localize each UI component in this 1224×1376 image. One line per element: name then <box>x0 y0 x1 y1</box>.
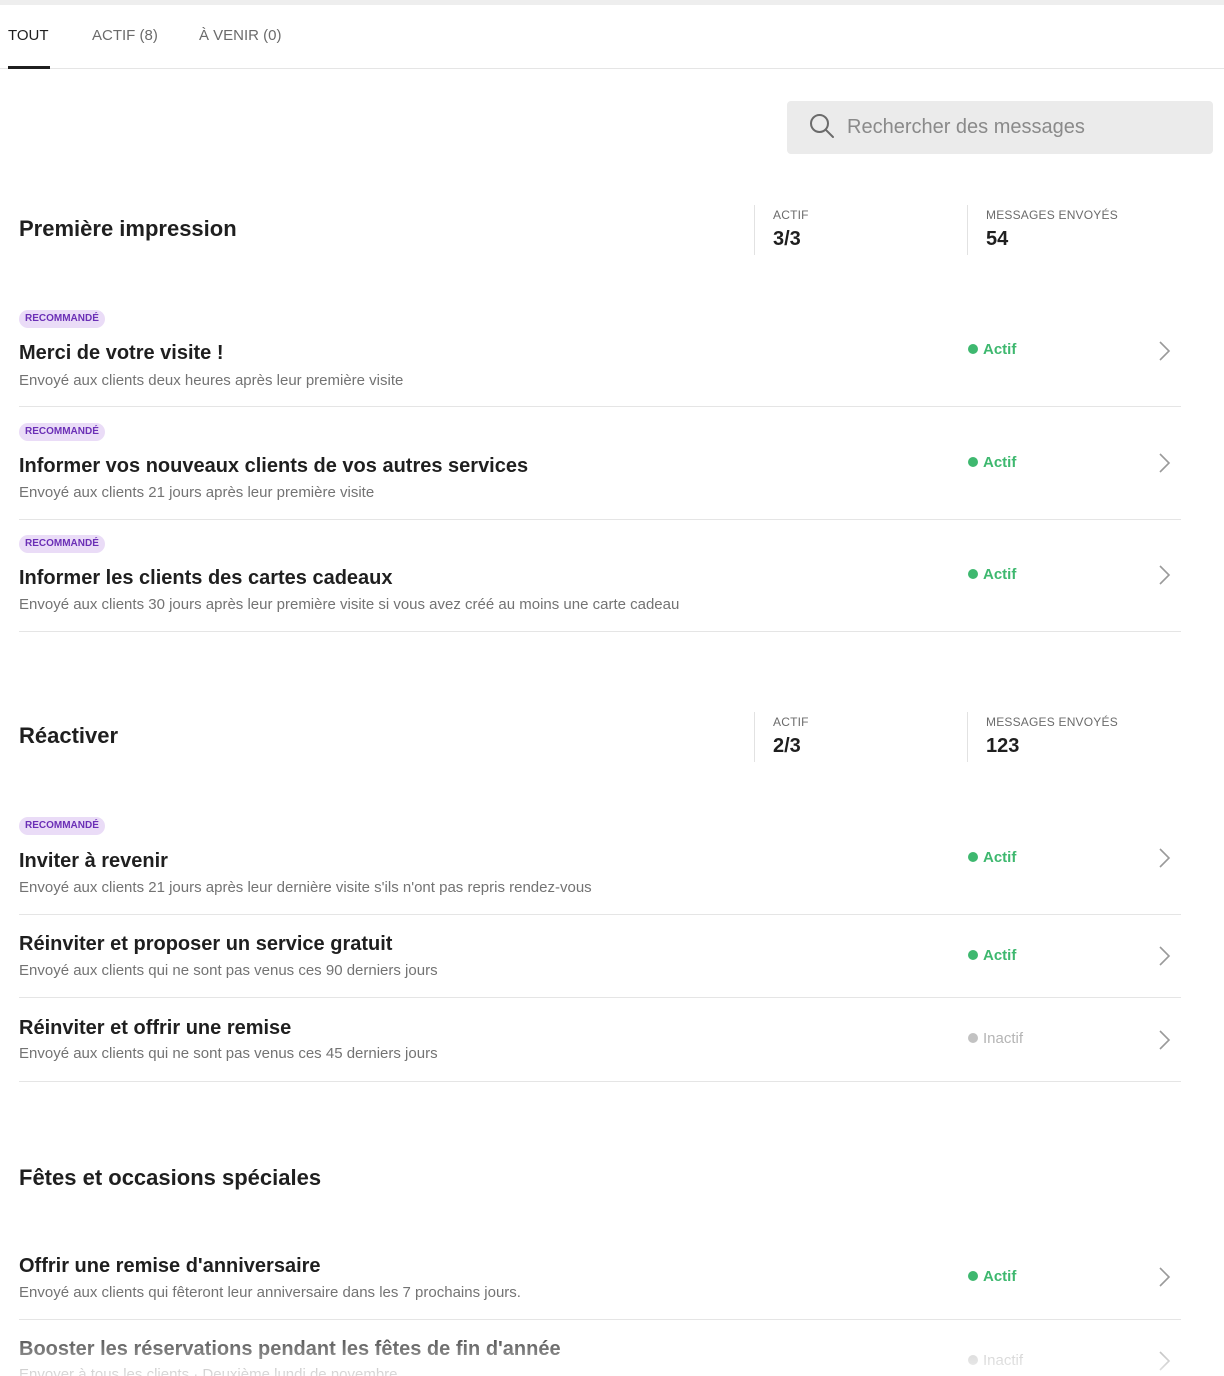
status-label: Actif <box>983 454 1017 471</box>
status-badge: Actif <box>968 566 1016 583</box>
message-title: Offrir une remise d'anniversaire <box>19 1255 321 1277</box>
message-description: Envoyé aux clients qui fêteront leur ann… <box>19 1284 521 1301</box>
recommended-badge: RECOMMANDÉ <box>19 817 105 835</box>
status-badge: Actif <box>968 1268 1016 1285</box>
status-badge: Inactif <box>968 1352 1023 1369</box>
status-label: Actif <box>983 947 1017 964</box>
message-description: Envoyer à tous les clients · Deuxième lu… <box>19 1366 398 1376</box>
chevron-right-icon[interactable] <box>1157 564 1171 586</box>
recommended-badge: RECOMMANDÉ <box>19 535 105 553</box>
message-title: Merci de votre visite ! <box>19 342 224 364</box>
chevron-right-icon[interactable] <box>1157 452 1171 474</box>
status-dot-icon <box>968 1271 978 1281</box>
message-row[interactable]: Offrir une remise d'anniversaire Envoyé … <box>19 1237 1181 1320</box>
stat-value: 54 <box>986 228 1009 250</box>
message-description: Envoyé aux clients 21 jours après leur d… <box>19 879 592 896</box>
stat-active: ACTIF 2/3 <box>754 712 809 762</box>
section-title-premiere-impression: Première impression <box>19 216 237 241</box>
section-title-fetes-occasions: Fêtes et occasions spéciales <box>19 1165 322 1190</box>
tab-upcoming[interactable]: À VENIR (0) <box>199 5 282 68</box>
stat-messages-sent: MESSAGES ENVOYÉS 123 <box>967 712 1118 762</box>
stat-value: 3/3 <box>773 228 801 250</box>
status-dot-icon <box>968 1355 978 1365</box>
status-dot-icon <box>968 344 978 354</box>
recommended-badge: RECOMMANDÉ <box>19 423 105 441</box>
status-label: Inactif <box>983 1030 1024 1047</box>
message-title: Informer les clients des cartes cadeaux <box>19 567 393 589</box>
message-description: Envoyé aux clients deux heures après leu… <box>19 372 404 389</box>
status-dot-icon <box>968 950 978 960</box>
message-title: Booster les réservations pendant les fêt… <box>19 1338 561 1360</box>
stat-active: ACTIF 3/3 <box>754 205 809 255</box>
message-row[interactable]: RECOMMANDÉ Informer vos nouveaux clients… <box>19 407 1181 520</box>
status-dot-icon <box>968 569 978 579</box>
status-dot-icon <box>968 852 978 862</box>
tab-all[interactable]: TOUT <box>8 5 50 69</box>
status-dot-icon <box>968 1033 978 1043</box>
status-label: Actif <box>983 566 1017 583</box>
stat-label: MESSAGES ENVOYÉS <box>986 208 1118 222</box>
section-title-reactiver: Réactiver <box>19 723 119 748</box>
status-label: Inactif <box>983 1352 1024 1369</box>
message-description: Envoyé aux clients 30 jours après leur p… <box>19 596 680 613</box>
stat-label: ACTIF <box>773 715 809 729</box>
status-badge: Actif <box>968 849 1016 866</box>
message-row[interactable]: Réinviter et offrir une remise Envoyé au… <box>19 998 1181 1082</box>
message-row[interactable]: Réinviter et proposer un service gratuit… <box>19 915 1181 998</box>
status-label: Actif <box>983 849 1017 866</box>
stat-value: 123 <box>986 735 1020 757</box>
status-badge: Inactif <box>968 1030 1023 1047</box>
message-title: Inviter à revenir <box>19 850 168 872</box>
status-badge: Actif <box>968 341 1016 358</box>
message-description: Envoyé aux clients 21 jours après leur p… <box>19 484 375 501</box>
message-row[interactable]: Booster les réservations pendant les fêt… <box>19 1320 1181 1376</box>
status-label: Actif <box>983 1268 1017 1285</box>
recommended-badge: RECOMMANDÉ <box>19 310 105 328</box>
chevron-right-icon[interactable] <box>1157 1350 1171 1372</box>
status-badge: Actif <box>968 454 1016 471</box>
chevron-right-icon[interactable] <box>1157 1029 1171 1051</box>
message-title: Informer vos nouveaux clients de vos aut… <box>19 455 529 477</box>
search-input[interactable] <box>847 101 1197 154</box>
tab-bar: TOUT ACTIF (8) À VENIR (0) <box>0 5 1224 69</box>
status-badge: Actif <box>968 947 1016 964</box>
chevron-right-icon[interactable] <box>1157 1266 1171 1288</box>
chevron-right-icon[interactable] <box>1157 945 1171 967</box>
search-box <box>787 101 1213 154</box>
message-description: Envoyé aux clients qui ne sont pas venus… <box>19 1045 438 1062</box>
chevron-right-icon[interactable] <box>1157 847 1171 869</box>
stat-label: MESSAGES ENVOYÉS <box>986 715 1118 729</box>
status-dot-icon <box>968 457 978 467</box>
stat-value: 2/3 <box>773 735 801 757</box>
message-row[interactable]: RECOMMANDÉ Inviter à revenir Envoyé aux … <box>19 807 1181 915</box>
message-description: Envoyé aux clients qui ne sont pas venus… <box>19 962 438 979</box>
search-icon[interactable] <box>809 113 835 139</box>
stat-label: ACTIF <box>773 208 809 222</box>
message-row[interactable]: RECOMMANDÉ Merci de votre visite ! Envoy… <box>19 300 1181 407</box>
message-row[interactable]: RECOMMANDÉ Informer les clients des cart… <box>19 520 1181 632</box>
status-label: Actif <box>983 341 1017 358</box>
tab-active[interactable]: ACTIF (8) <box>92 5 158 68</box>
message-title: Réinviter et proposer un service gratuit <box>19 933 393 955</box>
message-title: Réinviter et offrir une remise <box>19 1017 292 1039</box>
stat-messages-sent: MESSAGES ENVOYÉS 54 <box>967 205 1118 255</box>
chevron-right-icon[interactable] <box>1157 340 1171 362</box>
